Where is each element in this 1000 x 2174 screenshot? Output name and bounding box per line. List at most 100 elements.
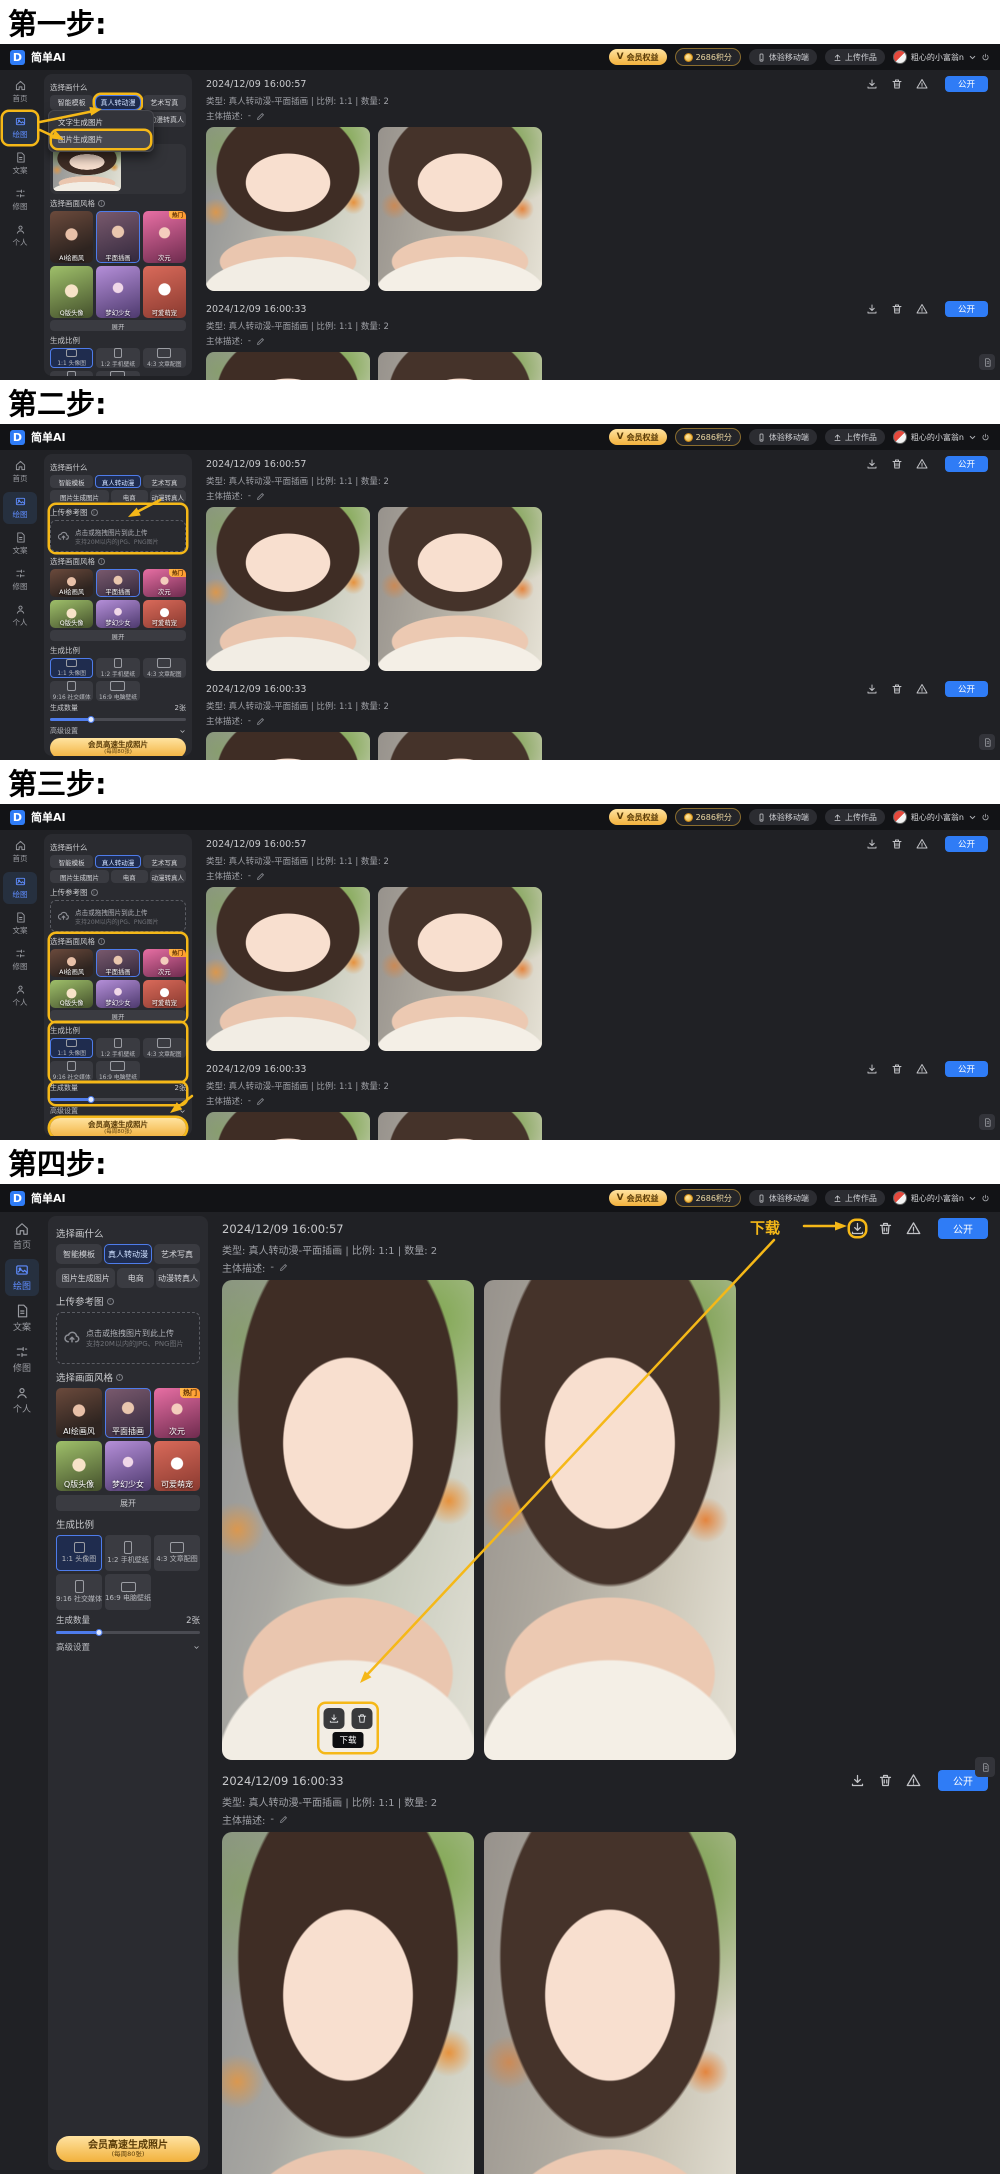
mode-art-photo-button[interactable]: 艺术写真 — [143, 855, 186, 868]
publish-button[interactable]: 公开 — [945, 681, 988, 697]
expand-styles-button[interactable]: 展开 — [50, 320, 186, 331]
sidebar-item-home[interactable]: 首页 — [3, 836, 37, 868]
generate-button[interactable]: 会员高速生成照片 (每周80张) — [50, 738, 186, 756]
advanced-settings[interactable]: 高级设置 — [50, 1106, 186, 1116]
style-option-cute-pet[interactable]: 可爱萌宠 — [143, 600, 186, 628]
style-option-dreamy-girl[interactable]: 梦幻少女 — [96, 266, 139, 318]
power-icon[interactable] — [981, 813, 990, 822]
expand-styles-button[interactable]: 展开 — [50, 1010, 186, 1021]
ratio-option-9-16[interactable]: 9:16 社交媒体 — [50, 371, 93, 376]
ratio-option-9-16[interactable]: 9:16 社交媒体 — [50, 1061, 93, 1081]
power-icon[interactable] — [981, 53, 990, 62]
download-icon[interactable] — [866, 838, 878, 850]
generated-image[interactable]: 下载 — [206, 127, 370, 291]
expand-styles-button[interactable]: 展开 — [56, 1495, 200, 1511]
mode-image-to-image-button[interactable]: 图片生成图片 — [50, 870, 109, 883]
sidebar-item-draw[interactable]: 绘图 — [5, 1259, 39, 1296]
power-icon[interactable] — [981, 433, 990, 442]
edit-icon[interactable] — [256, 872, 265, 881]
style-option-dreamy-girl[interactable]: 梦幻少女 — [96, 600, 139, 628]
publish-button[interactable]: 公开 — [938, 1218, 988, 1239]
publish-button[interactable]: 公开 — [945, 836, 988, 852]
mode-art-photo-button[interactable]: 艺术写真 — [143, 475, 186, 488]
power-icon[interactable] — [981, 1194, 990, 1203]
edit-icon[interactable] — [256, 717, 265, 726]
delete-icon[interactable] — [891, 303, 903, 315]
sidebar-item-profile[interactable]: 个人 — [3, 600, 37, 632]
sidebar-item-profile[interactable]: 个人 — [3, 220, 37, 252]
sidebar-item-home[interactable]: 首页 — [3, 456, 37, 488]
publish-button[interactable]: 公开 — [945, 456, 988, 472]
user-menu[interactable]: 粗心的小富翁n — [893, 50, 990, 64]
mode-image-to-image-button[interactable]: 图片生成图片 — [50, 490, 109, 503]
sidebar-item-retouch[interactable]: 修图 — [3, 184, 37, 216]
upload-dropzone[interactable]: 点击或拖拽图片到此上传 支持20M以内的JPG、PNG图片 — [56, 1312, 200, 1364]
download-icon[interactable] — [850, 1221, 865, 1236]
generated-image[interactable] — [222, 1832, 474, 2174]
ratio-option-1-2[interactable]: 1:2 手机壁纸 — [96, 1038, 139, 1058]
style-option-niji[interactable]: 热门次元 — [143, 211, 186, 263]
style-option-cute-pet[interactable]: 可爱萌宠 — [143, 266, 186, 318]
dropdown-item-image-to-image[interactable]: 图片生成图片 — [52, 131, 150, 148]
mode-anime-to-real-button[interactable]: 动漫转真人 — [156, 1268, 200, 1288]
report-icon[interactable] — [906, 1773, 921, 1788]
delete-icon[interactable] — [891, 78, 903, 90]
publish-button[interactable]: 公开 — [945, 1061, 988, 1077]
points-button[interactable]: 2686积分 — [675, 428, 741, 446]
user-menu[interactable]: 粗心的小富翁n — [893, 810, 990, 824]
generate-button[interactable]: 会员高速生成照片 (每周80张) — [56, 2136, 200, 2162]
style-option-flat-illustration[interactable]: 平面插画 — [96, 211, 139, 263]
advanced-settings[interactable]: 高级设置 — [50, 726, 186, 736]
sidebar-item-draw[interactable]: 绘图 — [3, 872, 37, 904]
tooltip-delete-button[interactable] — [352, 1708, 373, 1729]
ratio-option-4-3[interactable]: 4:3 文章配图 — [154, 1535, 200, 1571]
ratio-option-1-2[interactable]: 1:2 手机壁纸 — [96, 658, 139, 678]
download-icon[interactable] — [850, 1773, 865, 1788]
download-icon[interactable] — [866, 683, 878, 695]
report-icon[interactable] — [916, 838, 928, 850]
mode-ecommerce-button[interactable]: 电商 — [117, 1268, 154, 1288]
sidebar-item-retouch[interactable]: 修图 — [5, 1341, 39, 1378]
mode-template-button[interactable]: 智能模板 — [56, 1244, 102, 1264]
advanced-settings[interactable]: 高级设置 — [56, 1641, 200, 1653]
style-option-niji[interactable]: 热门次元 — [143, 949, 186, 977]
report-icon[interactable] — [916, 458, 928, 470]
mode-anime-to-real-button[interactable]: 动漫转真人 — [150, 870, 187, 883]
edit-icon[interactable] — [256, 1097, 265, 1106]
mode-photo-to-anime-button[interactable]: 真人转动漫 — [95, 95, 140, 110]
feedback-float-button[interactable] — [979, 734, 995, 750]
sidebar-item-draw[interactable]: 绘图 — [3, 112, 37, 144]
ratio-option-1-1[interactable]: 1:1 头像图 — [50, 348, 93, 368]
style-option-flat-illustration[interactable]: 平面插画 — [96, 949, 139, 977]
style-option-niji[interactable]: 热门次元 — [143, 569, 186, 597]
mode-photo-to-anime-button[interactable]: 真人转动漫 — [104, 1244, 152, 1264]
mode-ecommerce-button[interactable]: 电商 — [111, 870, 147, 883]
mode-art-photo-button[interactable]: 艺术写真 — [143, 95, 186, 110]
ratio-option-9-16[interactable]: 9:16 社交媒体 — [50, 681, 93, 701]
report-icon[interactable] — [916, 683, 928, 695]
mode-anime-to-real-button[interactable]: 动漫转真人 — [150, 490, 187, 503]
mobile-app-button[interactable]: 体验移动端 — [749, 1190, 817, 1206]
download-icon[interactable] — [866, 458, 878, 470]
ratio-option-16-9[interactable]: 16:9 电脑壁纸 — [96, 1061, 139, 1081]
sidebar-item-retouch[interactable]: 修图 — [3, 564, 37, 596]
upload-works-button[interactable]: 上传作品 — [825, 49, 885, 65]
sidebar-item-profile[interactable]: 个人 — [3, 980, 37, 1012]
ratio-option-1-1[interactable]: 1:1 头像图 — [50, 1038, 93, 1058]
mode-template-button[interactable]: 智能模板 — [50, 475, 93, 488]
edit-icon[interactable] — [256, 492, 265, 501]
quantity-slider[interactable] — [50, 715, 186, 724]
mode-art-photo-button[interactable]: 艺术写真 — [154, 1244, 200, 1264]
mode-photo-to-anime-button[interactable]: 真人转动漫 — [95, 475, 140, 488]
ratio-option-16-9[interactable]: 16:9 电脑壁纸 — [105, 1574, 151, 1610]
ratio-option-4-3[interactable]: 4:3 文章配图 — [143, 658, 186, 678]
ratio-option-1-1[interactable]: 1:1 头像图 — [50, 658, 93, 678]
ratio-option-1-2[interactable]: 1:2 手机壁纸 — [105, 1535, 151, 1571]
ratio-option-9-16[interactable]: 9:16 社交媒体 — [56, 1574, 102, 1610]
style-option-dreamy-girl[interactable]: 梦幻少女 — [105, 1441, 151, 1491]
download-icon[interactable] — [866, 1063, 878, 1075]
ratio-option-4-3[interactable]: 4:3 文章配图 — [143, 348, 186, 368]
style-option-flat-illustration[interactable]: 平面插画 — [105, 1388, 151, 1438]
edit-icon[interactable] — [256, 112, 265, 121]
slider-knob[interactable] — [87, 1096, 94, 1103]
